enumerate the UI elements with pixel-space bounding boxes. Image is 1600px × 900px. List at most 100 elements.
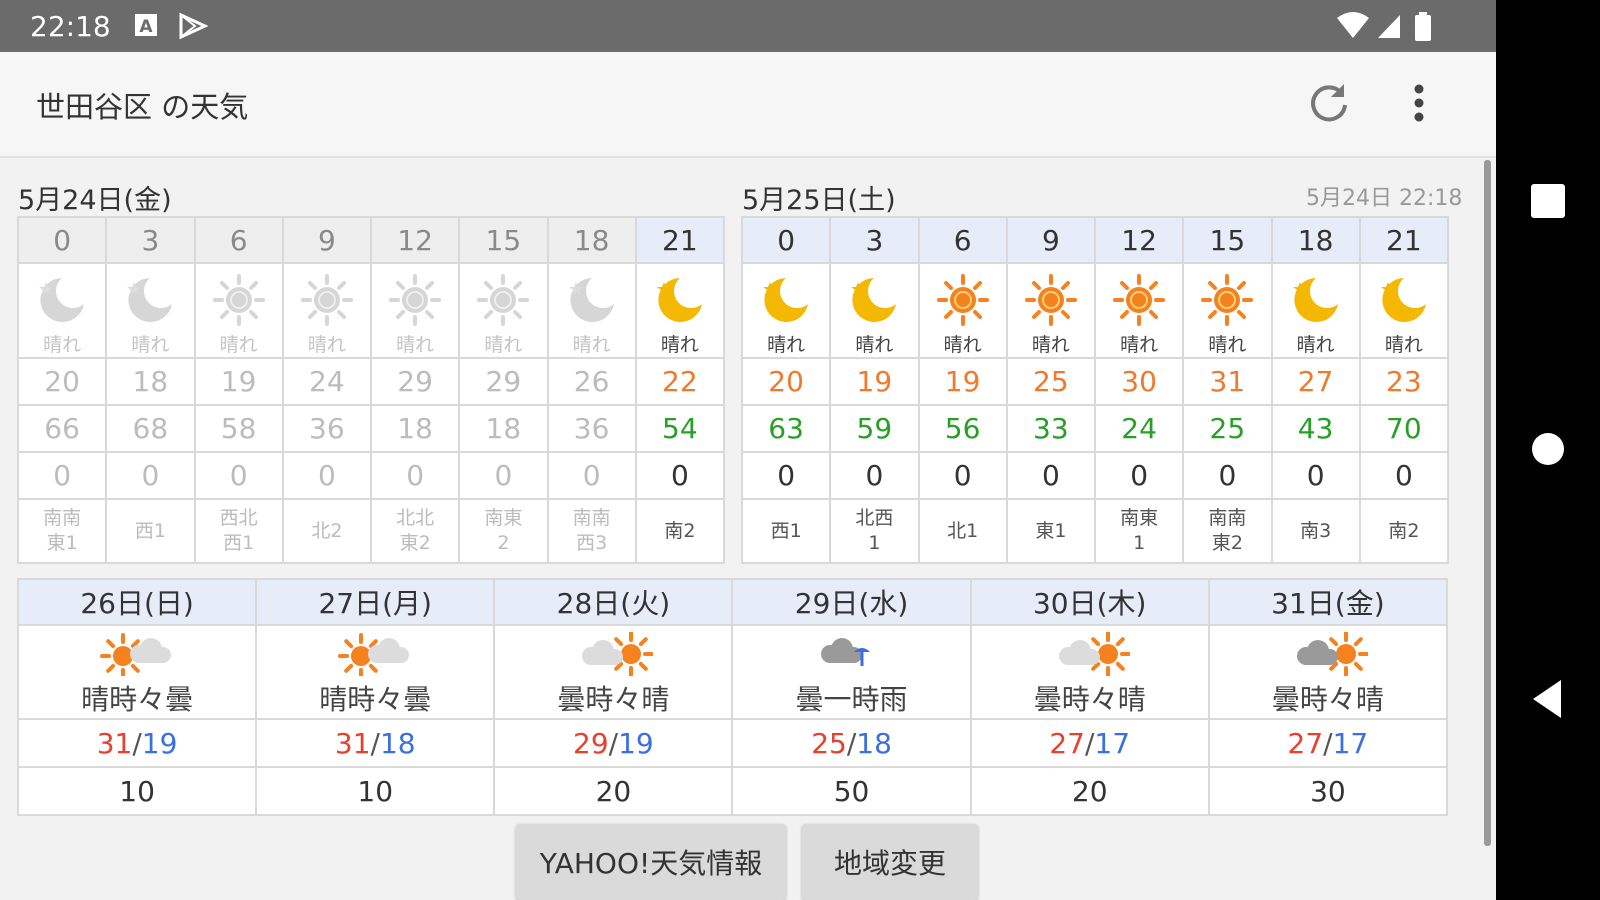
wind-line: 東1 [1035, 519, 1067, 542]
wind-line: 南南 [1208, 507, 1247, 529]
play-store-icon [179, 12, 208, 40]
yahoo-weather-button[interactable]: YAHOO!天気情報 [516, 824, 786, 900]
hour-precipitation: 0 [546, 451, 637, 500]
wind-line: 1 [1133, 532, 1146, 554]
hour-weather-cell: 晴れ [1093, 262, 1185, 359]
page-title: 世田谷区 の天気 [36, 90, 249, 124]
wind-line: 東1 [46, 532, 78, 554]
hour-precipitation: 0 [1005, 451, 1097, 500]
hour-temperature: 22 [634, 357, 726, 406]
home-icon[interactable] [1523, 424, 1573, 474]
weekly-date: 26日(日) [16, 578, 258, 626]
change-region-button[interactable]: 地域変更 [802, 824, 978, 900]
hour-condition: 晴れ [307, 334, 346, 356]
weekly-forecast-table: 26日(日) 27日(月) 28日(火) 29日(水) 30日(木) 31日(金) 晴時々… [16, 578, 1449, 816]
wind-line: 西1 [223, 532, 255, 554]
hour-precipitation: 0 [369, 451, 461, 500]
wind-line: 南東 [484, 507, 523, 529]
temp-separator: / [846, 726, 857, 760]
wind-line: 西3 [576, 532, 608, 554]
wind-line: 南2 [664, 519, 696, 542]
hour-wind: 西1 [105, 498, 196, 564]
weekly-rain-chance: 20 [493, 766, 734, 816]
hour-temperature: 31 [1182, 357, 1273, 406]
hour-condition: 晴れ [396, 334, 435, 356]
moon-icon [832, 272, 916, 328]
hour-weather-cell: 晴れ [369, 262, 461, 359]
hour-humidity: 56 [917, 404, 1008, 453]
weekly-condition: 曇時々晴 [1033, 683, 1146, 716]
app-bar: 世田谷区 の天気 [0, 52, 1496, 158]
hour-wind: 北西 1 [829, 498, 920, 564]
high-temp: 27 [1287, 726, 1324, 760]
hour-header: 6 [917, 216, 1008, 264]
hour-weather-cell: 晴れ [634, 262, 726, 359]
hour-weather-cell: 晴れ [1358, 262, 1450, 359]
status-bar: 22:18 A [0, 0, 1496, 52]
weekly-weather-cell: 曇時々晴 [493, 624, 734, 720]
hour-weather-cell: 晴れ [281, 262, 373, 359]
hour-temperature: 29 [458, 357, 549, 406]
hour-weather-cell: 晴れ [1182, 262, 1273, 359]
wind-line: 南南 [43, 507, 82, 529]
cloud-sun-icon [495, 632, 731, 676]
hour-humidity: 43 [1270, 404, 1361, 453]
hour-precipitation: 0 [16, 451, 108, 500]
wind-line: 西1 [134, 519, 166, 542]
high-temp: 29 [573, 726, 609, 760]
hour-precipitation: 0 [917, 451, 1008, 500]
recents-icon[interactable] [1523, 176, 1573, 226]
hour-condition: 晴れ [855, 334, 894, 356]
sun-icon [461, 272, 545, 328]
weekly-condition: 曇一時雨 [795, 683, 908, 716]
hour-humidity: 66 [16, 404, 108, 453]
hour-temperature: 24 [281, 357, 373, 406]
hour-temperature: 20 [740, 357, 832, 406]
wind-line: 西北 [219, 507, 258, 529]
scrollbar[interactable] [1484, 160, 1491, 846]
high-temp: 27 [1049, 726, 1085, 760]
weekly-weather-cell: 曇一時雨 [731, 624, 972, 720]
hour-precipitation: 0 [458, 451, 549, 500]
low-temp: 17 [1332, 726, 1369, 760]
sun-icon [921, 272, 1005, 328]
hour-temperature: 25 [1005, 357, 1097, 406]
sun-cloud-icon [19, 632, 255, 676]
more-vert-icon[interactable] [1394, 78, 1444, 128]
hour-temperature: 19 [829, 357, 920, 406]
weekly-weather-cell: 曇時々晴 [969, 624, 1210, 720]
wifi-icon [1337, 12, 1369, 38]
back-icon[interactable] [1523, 674, 1573, 724]
tomorrow-hourly-table: 0 3 6 9 12 15 18 21 晴れ 晴れ 晴れ 晴れ 晴れ 晴れ 晴れ 晴れ [740, 216, 1450, 564]
hour-header: 9 [1005, 216, 1097, 264]
moon-icon [1274, 272, 1358, 328]
hour-temperature: 23 [1358, 357, 1450, 406]
hour-wind: 西1 [740, 498, 832, 564]
hour-humidity: 18 [369, 404, 461, 453]
temp-separator: / [608, 726, 619, 760]
hour-precipitation: 0 [1270, 451, 1361, 500]
sun-icon [1185, 272, 1269, 328]
hour-condition: 晴れ [660, 334, 699, 356]
hour-header: 3 [829, 216, 920, 264]
hour-wind: 南3 [1270, 498, 1361, 564]
refresh-icon[interactable] [1304, 78, 1354, 128]
updated-time: 5月24日 22:18 [1306, 186, 1463, 211]
hour-precipitation: 0 [634, 451, 726, 500]
hour-humidity: 59 [829, 404, 920, 453]
wind-line: 1 [868, 532, 881, 554]
hour-condition: 晴れ [943, 334, 982, 356]
hour-condition: 晴れ [484, 334, 523, 356]
wind-line: 北2 [311, 519, 343, 542]
hour-header: 18 [1270, 216, 1361, 264]
temp-separator: / [1323, 726, 1333, 760]
weekly-date: 29日(水) [731, 578, 972, 626]
weekly-condition: 曇時々晴 [557, 683, 670, 716]
hour-wind: 北2 [281, 498, 373, 564]
weekly-condition: 曇時々晴 [1271, 683, 1384, 716]
weekly-condition: 晴時々曇 [81, 683, 194, 716]
svg-text:A: A [139, 17, 153, 37]
weekly-condition: 晴時々曇 [319, 683, 432, 716]
hour-wind: 南南 東2 [1182, 498, 1273, 564]
hour-header: 0 [16, 216, 108, 264]
